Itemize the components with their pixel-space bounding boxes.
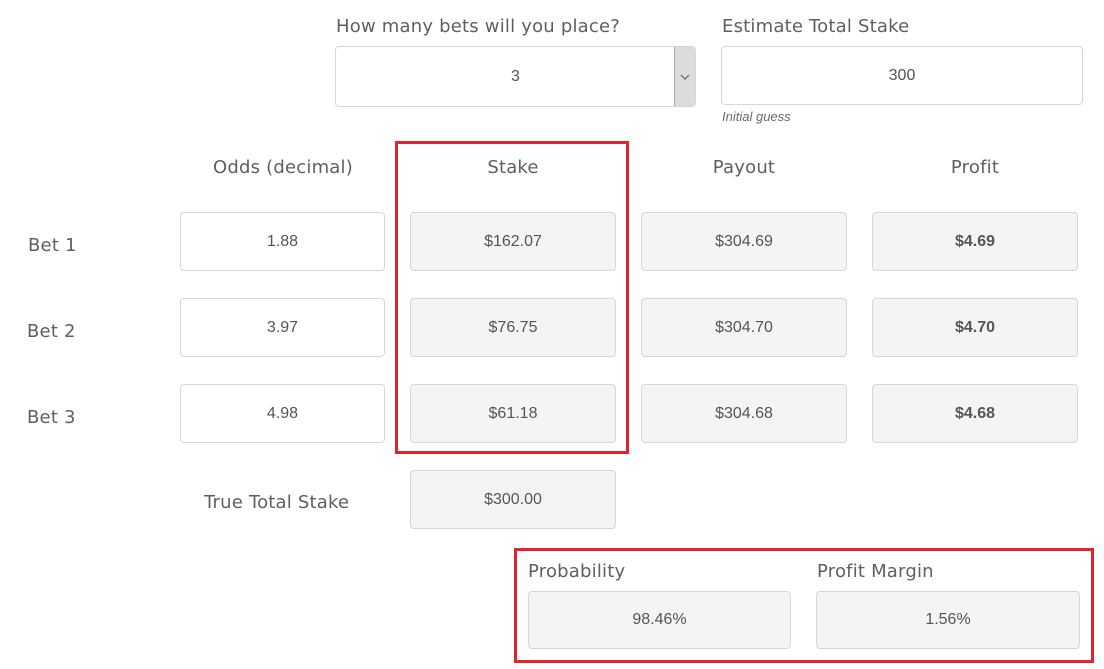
column-header-payout: Payout (712, 157, 776, 178)
probability-label: Probability (528, 561, 626, 582)
profit-margin-output: 1.56% (816, 591, 1080, 649)
bet-2-odds-input[interactable]: 3.97 (180, 298, 385, 357)
bet-1-profit-value: $4.69 (954, 232, 996, 250)
bet-2-odds-value: 3.97 (266, 318, 299, 336)
estimate-stake-value: 300 (888, 66, 916, 84)
bet-3-odds-value: 4.98 (266, 404, 299, 422)
bet-3-profit-value: $4.68 (954, 404, 996, 422)
estimate-hint: Initial guess (722, 109, 791, 124)
probability-output: 98.46% (528, 591, 791, 649)
bet-2-profit-value: $4.70 (954, 318, 996, 336)
bet-3-payout-value: $304.68 (715, 404, 773, 422)
bets-count-label: How many bets will you place? (336, 16, 621, 37)
true-total-stake-label: True Total Stake (204, 492, 350, 513)
column-header-profit: Profit (950, 157, 1000, 178)
true-total-stake-output: $300.00 (410, 470, 616, 529)
estimate-stake-label: Estimate Total Stake (722, 16, 910, 37)
probability-value: 98.46% (632, 611, 687, 628)
bet-3-payout-output: $304.68 (641, 384, 847, 443)
profit-margin-label: Profit Margin (817, 561, 934, 582)
bet-2-label: Bet 2 (27, 321, 76, 342)
chevron-down-icon[interactable] (674, 47, 695, 106)
stake-highlight-frame (395, 141, 629, 454)
bet-3-odds-input[interactable]: 4.98 (180, 384, 385, 443)
true-total-stake-value: $300.00 (484, 490, 542, 508)
bet-3-label: Bet 3 (27, 407, 76, 428)
bets-count-select[interactable]: 3 (335, 46, 696, 107)
bets-count-value: 3 (511, 67, 520, 85)
estimate-stake-input[interactable]: 300 (721, 46, 1083, 105)
bet-3-profit-output: $4.68 (872, 384, 1078, 443)
bet-1-odds-value: 1.88 (266, 232, 299, 250)
profit-margin-value: 1.56% (925, 611, 971, 628)
bet-1-payout-value: $304.69 (715, 232, 773, 250)
column-header-odds: Odds (decimal) (213, 157, 353, 178)
bet-1-profit-output: $4.69 (872, 212, 1078, 271)
bet-1-odds-input[interactable]: 1.88 (180, 212, 385, 271)
bet-2-profit-output: $4.70 (872, 298, 1078, 357)
bet-1-label: Bet 1 (28, 235, 77, 256)
bet-2-payout-value: $304.70 (715, 318, 773, 336)
bet-1-payout-output: $304.69 (641, 212, 847, 271)
bet-2-payout-output: $304.70 (641, 298, 847, 357)
